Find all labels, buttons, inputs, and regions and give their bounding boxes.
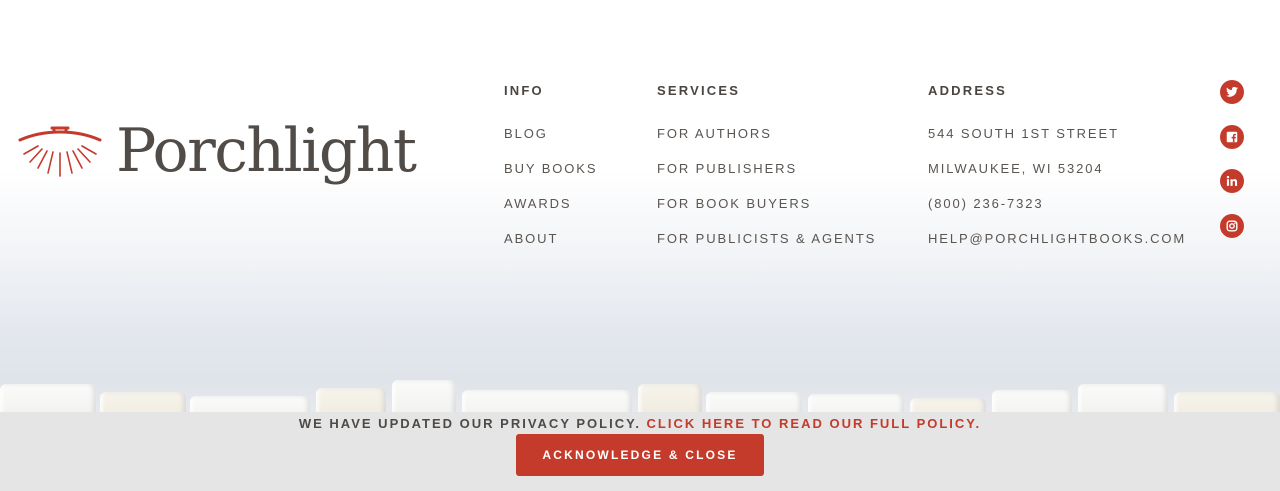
twitter-icon[interactable] <box>1220 80 1244 104</box>
info-heading: INFO <box>504 83 544 98</box>
brand-wordmark: Porchlight <box>116 116 417 186</box>
footer-link-for-authors[interactable]: FOR AUTHORS <box>657 126 876 161</box>
privacy-banner: WE HAVE UPDATED OUR PRIVACY POLICY. CLIC… <box>0 412 1280 491</box>
social-links <box>1220 80 1244 258</box>
footer-link-blog[interactable]: BLOG <box>504 126 597 161</box>
footer-info-column: INFO BLOG BUY BOOKS AWARDS ABOUT <box>504 83 597 266</box>
instagram-icon[interactable] <box>1220 213 1244 238</box>
address-email[interactable]: HELP@PORCHLIGHTBOOKS.COM <box>928 231 1186 266</box>
porchlight-logo[interactable]: Porchlight <box>16 116 417 186</box>
footer-link-for-publishers[interactable]: FOR PUBLISHERS <box>657 161 876 196</box>
linkedin-icon[interactable] <box>1220 169 1244 193</box>
privacy-notice-text: WE HAVE UPDATED OUR PRIVACY POLICY. <box>298 416 647 431</box>
acknowledge-close-button[interactable]: ACKNOWLEDGE & CLOSE <box>516 434 764 476</box>
porchlight-lamp-icon <box>18 126 102 177</box>
address-phone[interactable]: (800) 236-7323 <box>928 196 1186 231</box>
footer-link-awards[interactable]: AWARDS <box>504 196 597 231</box>
footer-link-for-publicists-agents[interactable]: FOR PUBLICISTS & AGENTS <box>657 231 876 266</box>
footer-link-for-book-buyers[interactable]: FOR BOOK BUYERS <box>657 196 876 231</box>
facebook-icon[interactable] <box>1220 124 1244 149</box>
privacy-banner-message: WE HAVE UPDATED OUR PRIVACY POLICY. CLIC… <box>0 415 1280 433</box>
services-heading: SERVICES <box>657 83 741 98</box>
footer-address-column: ADDRESS 544 SOUTH 1ST STREET MILWAUKEE, … <box>928 83 1186 266</box>
privacy-policy-link[interactable]: CLICK HERE TO READ OUR FULL POLICY. <box>647 416 982 431</box>
address-heading: ADDRESS <box>928 83 1007 98</box>
footer-link-about[interactable]: ABOUT <box>504 231 597 266</box>
footer-link-buy-books[interactable]: BUY BOOKS <box>504 161 597 196</box>
address-city: MILWAUKEE, WI 53204 <box>928 161 1104 176</box>
address-street: 544 SOUTH 1ST STREET <box>928 126 1119 141</box>
footer-services-column: SERVICES FOR AUTHORS FOR PUBLISHERS FOR … <box>657 83 876 266</box>
